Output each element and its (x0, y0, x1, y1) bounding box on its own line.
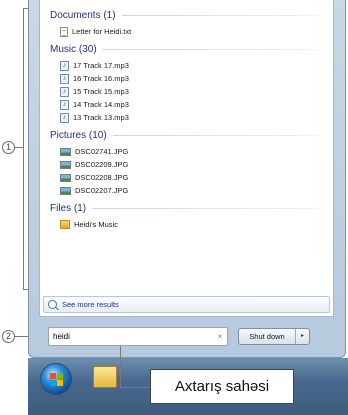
result-item-picture[interactable]: DSC02207.JPG (60, 185, 128, 196)
image-file-icon (60, 160, 71, 169)
divider (92, 208, 320, 209)
search-input-value: heidi (53, 332, 70, 341)
result-item-folder[interactable]: Heidi's Music (60, 219, 118, 230)
result-item-picture[interactable]: DSC02209.JPG (60, 159, 128, 170)
group-header-documents[interactable]: Documents (1) (50, 10, 320, 21)
music-file-icon: ♪ (60, 86, 69, 97)
result-item-label: 13 Track 13.mp3 (73, 113, 129, 122)
result-item-label: Letter for Heidi.txt (72, 27, 132, 36)
callout-marker-2: 2 (2, 330, 15, 343)
result-item-label: 17 Track 17.mp3 (73, 61, 129, 70)
result-item-music[interactable]: ♪ 17 Track 17.mp3 (60, 60, 129, 71)
divider (121, 15, 320, 16)
search-icon (48, 300, 57, 309)
search-callout-leader-horizontal (120, 387, 150, 388)
logo-pane (57, 373, 63, 379)
result-item-picture[interactable]: DSC02741.JPG (60, 146, 128, 157)
group-header-music[interactable]: Music (30) (50, 44, 320, 55)
result-item-label: 14 Track 14.mp3 (73, 100, 129, 109)
search-area-callout: Axtarış sahəsi (150, 369, 294, 404)
group-header-label: Music (30) (50, 44, 97, 55)
result-item-label: Heidi's Music (74, 220, 118, 229)
music-file-icon: ♪ (60, 60, 69, 71)
result-item-label: DSC02207.JPG (75, 186, 129, 195)
text-document-icon (60, 26, 68, 37)
result-item-music[interactable]: ♪ 15 Track 15.mp3 (60, 86, 129, 97)
clear-search-icon[interactable]: × (213, 332, 227, 341)
see-more-label: See more results (62, 300, 119, 309)
callout-marker-1: 1 (2, 141, 15, 154)
group-header-label: Pictures (10) (50, 130, 107, 141)
music-file-icon: ♪ (60, 112, 69, 123)
image-file-icon (60, 147, 71, 156)
search-callout-leader (120, 346, 121, 387)
group-header-files[interactable]: Files (1) (50, 203, 320, 214)
logo-pane (57, 380, 63, 386)
result-item-label: DSC02209.JPG (75, 160, 129, 169)
result-item-label: 15 Track 15.mp3 (73, 87, 129, 96)
result-item-label: DSC02741.JPG (75, 147, 129, 156)
windows-start-orb-icon[interactable] (40, 363, 72, 395)
shutdown-options-arrow-icon[interactable]: ▸ (295, 329, 309, 344)
result-item-music[interactable]: ♪ 14 Track 14.mp3 (60, 99, 129, 110)
result-item-document[interactable]: Letter for Heidi.txt (60, 26, 131, 37)
group-header-label: Files (1) (50, 203, 87, 214)
music-file-icon: ♪ (60, 99, 69, 110)
divider (112, 135, 320, 136)
image-file-icon (60, 173, 71, 182)
group-header-label: Documents (1) (50, 10, 116, 21)
see-more-results-link[interactable]: See more results (43, 296, 330, 313)
logo-pane (50, 373, 56, 379)
result-item-label: DSC02208.JPG (75, 173, 129, 182)
result-item-label: 16 Track 16.mp3 (73, 74, 129, 83)
result-item-picture[interactable]: DSC02208.JPG (60, 172, 128, 183)
folder-icon (60, 220, 70, 229)
shutdown-label: Shut down (249, 332, 285, 341)
divider (102, 49, 320, 50)
shutdown-button[interactable]: Shut down ▸ (238, 328, 310, 345)
image-file-icon (60, 186, 71, 195)
result-item-music[interactable]: ♪ 16 Track 16.mp3 (60, 73, 129, 84)
group-header-pictures[interactable]: Pictures (10) (50, 130, 320, 141)
logo-pane (50, 380, 56, 386)
search-results-pane: Documents (1) Letter for Heidi.txt Music… (39, 0, 334, 317)
marker1-leader (14, 147, 23, 148)
result-item-music[interactable]: ♪ 13 Track 13.mp3 (60, 112, 129, 123)
search-input[interactable]: heidi × (48, 327, 228, 346)
windows-explorer-icon[interactable] (93, 366, 117, 388)
music-file-icon: ♪ (60, 73, 69, 84)
